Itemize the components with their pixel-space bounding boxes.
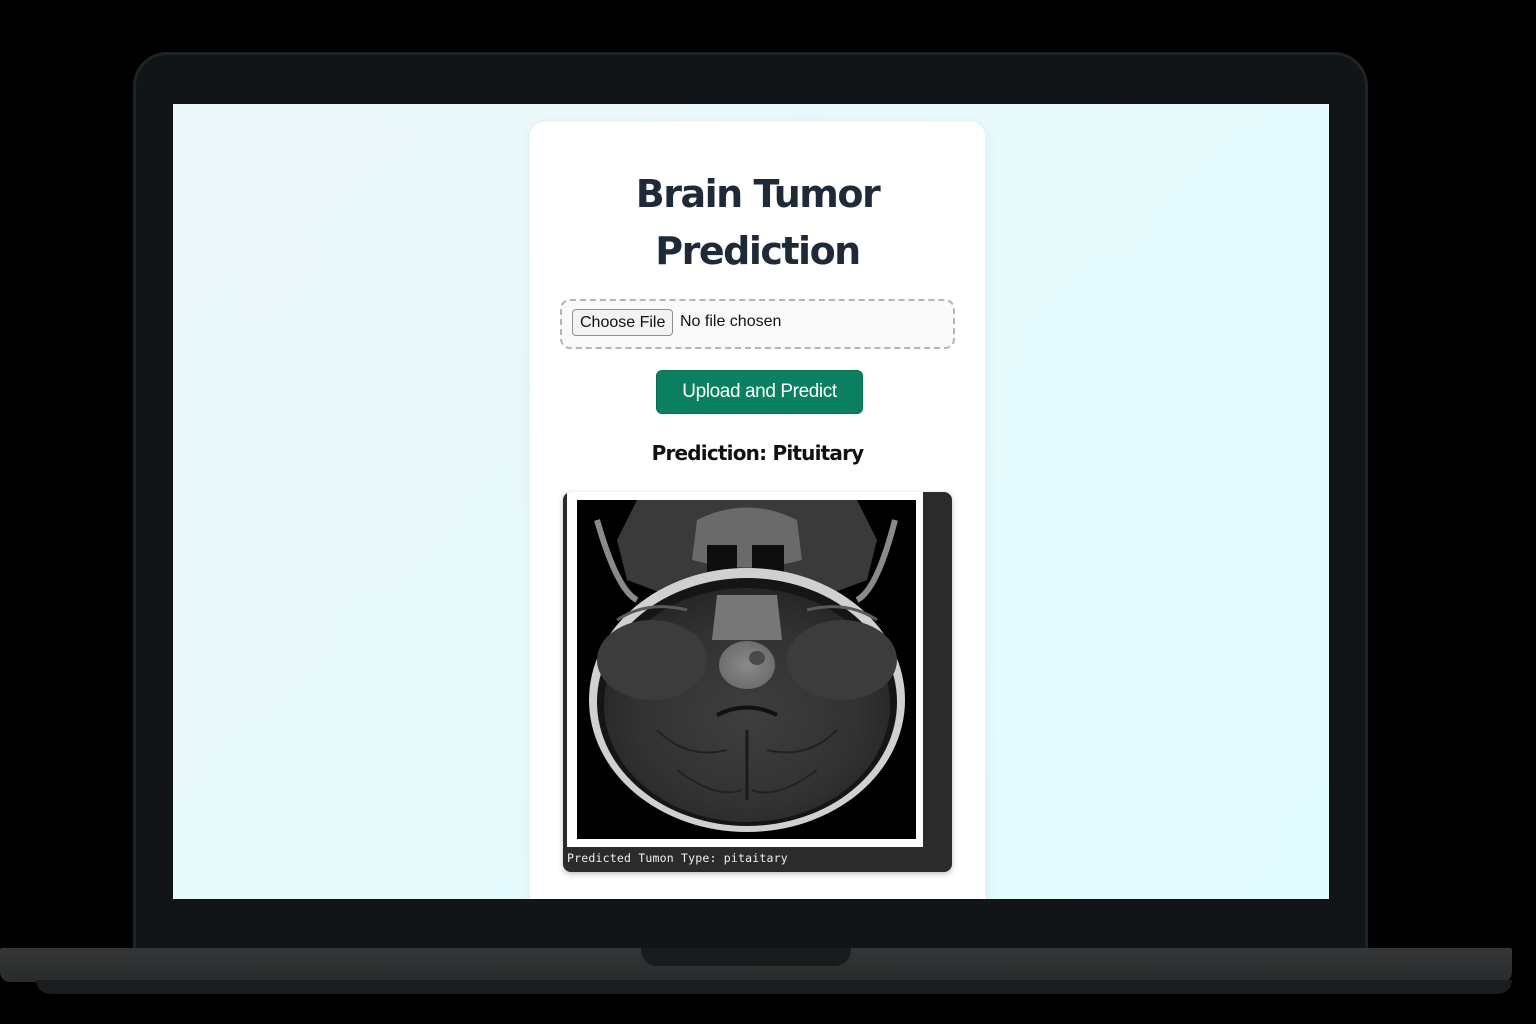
file-status-text: No file chosen [680,313,782,330]
result-image-caption: Predicted Tumon Type: pitaitary [567,851,788,865]
prediction-result: Prediction: Pituitary [651,441,865,465]
mri-image-mat [567,492,923,847]
page-title: Brain Tumor Prediction [635,172,881,273]
result-image-panel: Predicted Tumon Type: pitaitary [563,492,952,872]
laptop-screen: Brain Tumor Prediction Choose File No fi… [173,104,1329,899]
file-upload-area[interactable]: Choose File No file chosen [560,299,955,349]
prediction-card: Brain Tumor Prediction Choose File No fi… [530,122,985,899]
choose-file-button[interactable]: Choose File [572,309,674,336]
mri-scan-image [577,500,916,839]
laptop-base-foot [36,980,1512,994]
upload-and-predict-button[interactable]: Upload and Predict [656,370,863,414]
laptop-hinge-notch [641,948,851,966]
